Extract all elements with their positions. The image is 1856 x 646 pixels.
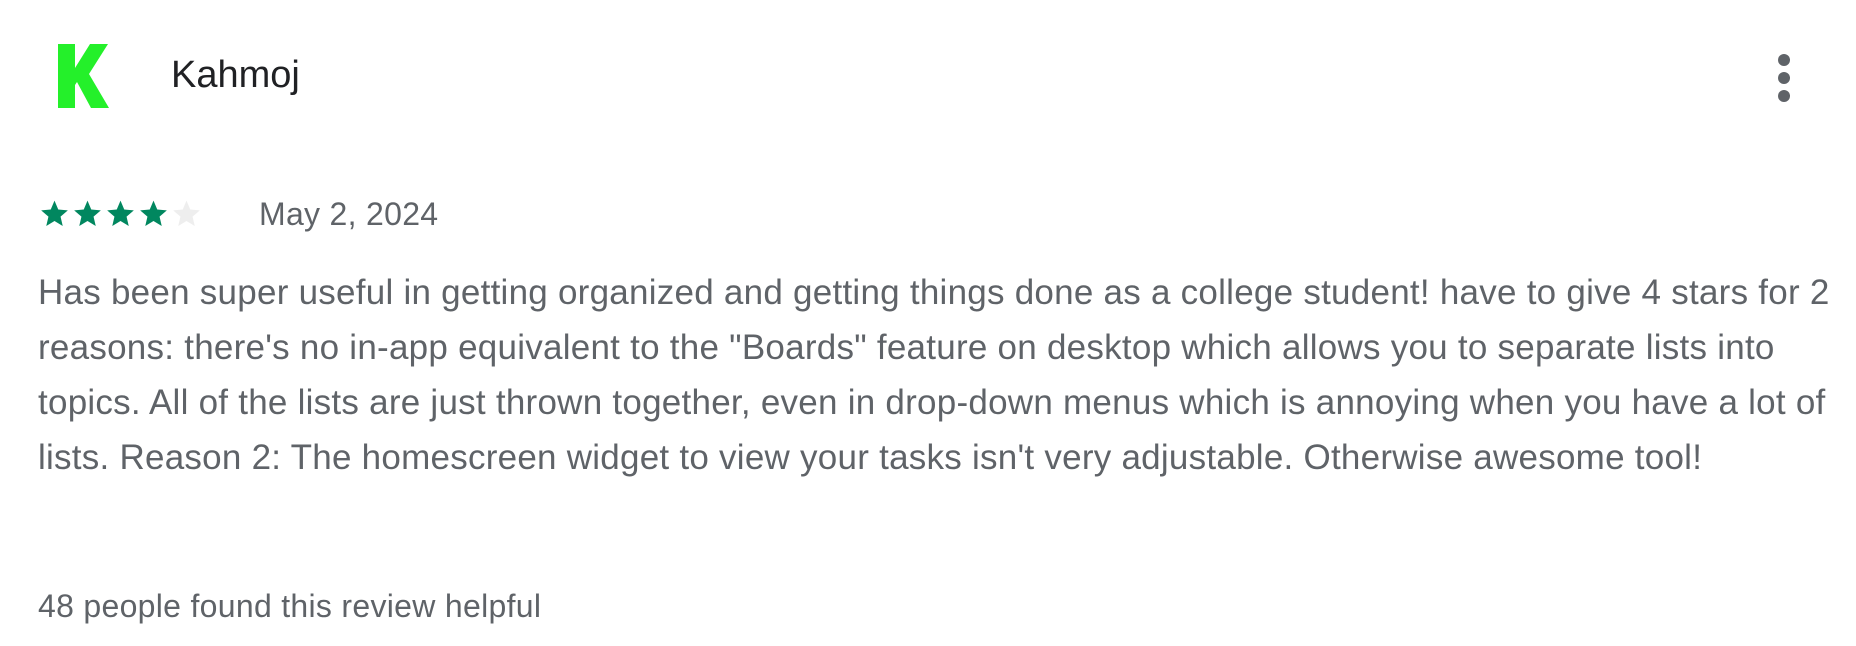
star-empty-icon xyxy=(173,200,200,226)
review-text: Has been super useful in getting organiz… xyxy=(38,273,1830,477)
star-filled-icon xyxy=(74,200,101,226)
review-date: May 2, 2024 xyxy=(259,196,439,232)
reviewer-name: Kahmoj xyxy=(171,54,300,96)
review-card: Kahmoj May 2, 2024 Has been super useful… xyxy=(0,0,1856,646)
avatar xyxy=(56,42,110,110)
helpful-count: 48 people found this review helpful xyxy=(38,588,542,624)
more-options-button[interactable] xyxy=(1762,48,1806,108)
avatar-k-logo xyxy=(58,44,109,108)
more-vert-icon xyxy=(1778,54,1790,102)
star-filled-icon xyxy=(107,200,134,226)
star-filled-icon xyxy=(41,200,68,226)
review-header: Kahmoj xyxy=(0,0,1856,150)
rating-row: May 2, 2024 xyxy=(38,194,438,234)
star-rating xyxy=(38,198,203,230)
star-filled-icon xyxy=(140,200,167,226)
